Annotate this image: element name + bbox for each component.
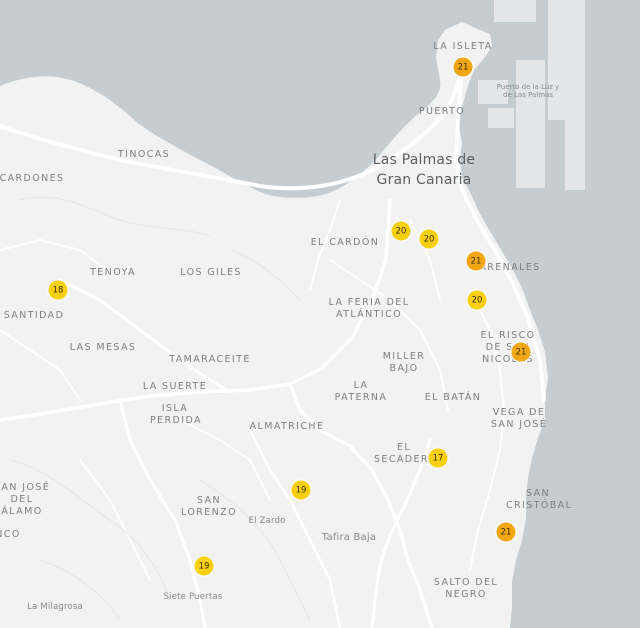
label-cardones: CARDONES [0,173,65,184]
label-siete-puertas: Siete Puertas [163,592,223,602]
map-canvas[interactable]: LA ISLETA PUERTO Puerto de la Luz y de L… [0,0,640,628]
map-marker[interactable]: 20 [419,229,439,249]
map-marker[interactable]: 18 [48,280,68,300]
label-las-mesas: LAS MESAS [69,342,137,353]
label-el-zardo: El Zardo [248,516,286,526]
label-vega-de-san-jose: VEGA DE SAN JOSÉ [490,407,548,430]
label-el-cardon: EL CARDÓN [310,237,380,248]
map-marker[interactable]: 19 [194,556,214,576]
label-salto-del-negro: SALTO DEL NEGRO [433,577,499,600]
label-tenoya: TENOYA [90,267,136,278]
map-marker[interactable]: 20 [467,290,487,310]
label-isla-perdida: ISLA PERDIDA [150,403,202,426]
label-el-batan: EL BATÁN [424,392,482,403]
label-puerto: PUERTO [418,106,466,117]
map-marker[interactable]: 17 [428,448,448,468]
label-el-risco-de-san-nicolas: EL RISCO DE SAN NICOLÁS [480,330,536,365]
label-el-secadero: EL SECADERO [374,442,438,465]
label-tafira-baja: Tafira Baja [321,532,377,543]
label-la-paterna: LA PATERNA [334,380,388,403]
label-almatriche: ALMATRICHE [249,421,325,432]
label-la-feria-del-atlantico: LA FERIA DEL ATLÁNTICO [328,297,410,320]
label-puerto-de-la-luz: Puerto de la Luz y de Las Palmas [496,83,560,99]
label-los-giles: LOS GILES [180,267,242,278]
label-santidad: SANTIDAD [3,310,65,321]
label-san-lorenzo: SAN LORENZO [181,495,237,518]
map-marker[interactable]: 21 [496,522,516,542]
map-marker[interactable]: 21 [511,342,531,362]
map-marker[interactable]: 19 [291,480,311,500]
map-marker[interactable]: 20 [391,221,411,241]
map-marker[interactable]: 21 [453,57,473,77]
label-san-jose-del-alamo: SAN JOSÉ DEL ÁLAMO [0,482,51,517]
label-arenales: ARENALES [479,262,541,273]
label-la-suerte: LA SUERTE [142,381,208,392]
label-la-milagrosa: La Milagrosa [27,602,83,612]
label-san-cristobal: SAN CRISTÓBAL [506,488,573,511]
label-la-isleta: LA ISLETA [433,41,493,52]
label-nco: NCO [0,529,21,540]
map-marker[interactable]: 21 [466,251,486,271]
label-miller-bajo: MILLER BAJO [382,351,426,374]
label-city-las-palmas: Las Palmas de Gran Canaria [372,152,476,188]
label-tamaraceite: TAMARACEITE [169,354,251,365]
label-tinocas: TINOCAS [117,149,171,160]
